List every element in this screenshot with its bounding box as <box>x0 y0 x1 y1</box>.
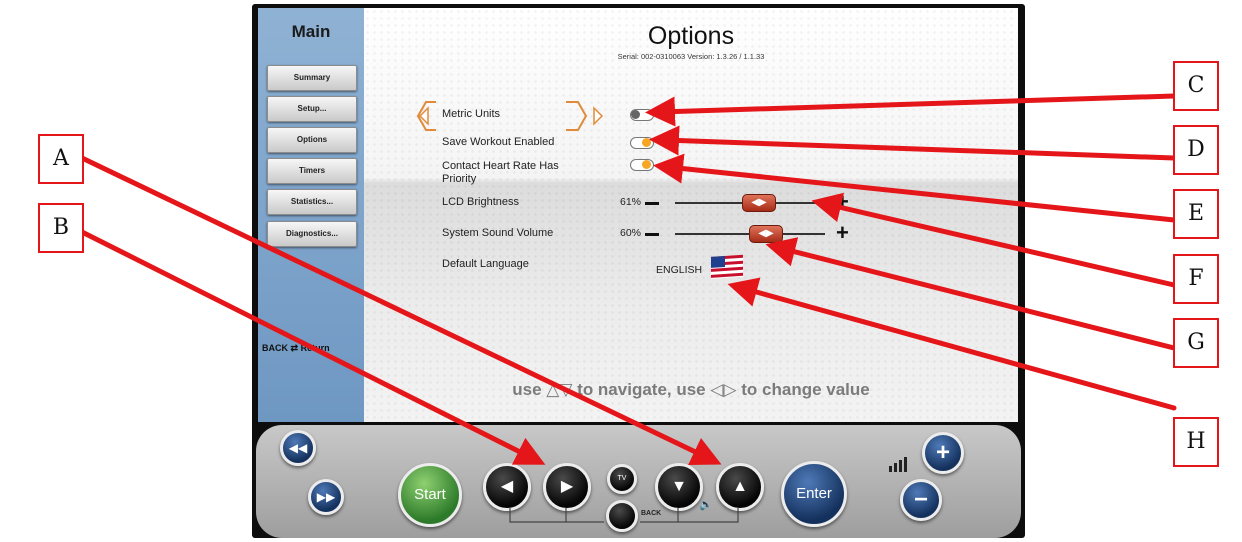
arrow-g <box>765 237 1177 351</box>
callout-d: D <box>1173 125 1219 175</box>
callout-b: B <box>38 203 84 253</box>
callout-c: C <box>1173 61 1219 111</box>
callout-f: F <box>1173 254 1219 304</box>
callout-g: G <box>1173 318 1219 368</box>
arrow-c <box>645 93 1177 127</box>
arrow-h <box>727 277 1177 411</box>
callout-arrows <box>79 93 1177 466</box>
callout-h: H <box>1173 417 1219 467</box>
callout-e: E <box>1173 189 1219 239</box>
arrow-a <box>79 155 722 466</box>
arrow-d <box>649 125 1177 161</box>
callout-a: A <box>38 134 84 184</box>
arrow-e <box>653 153 1177 223</box>
